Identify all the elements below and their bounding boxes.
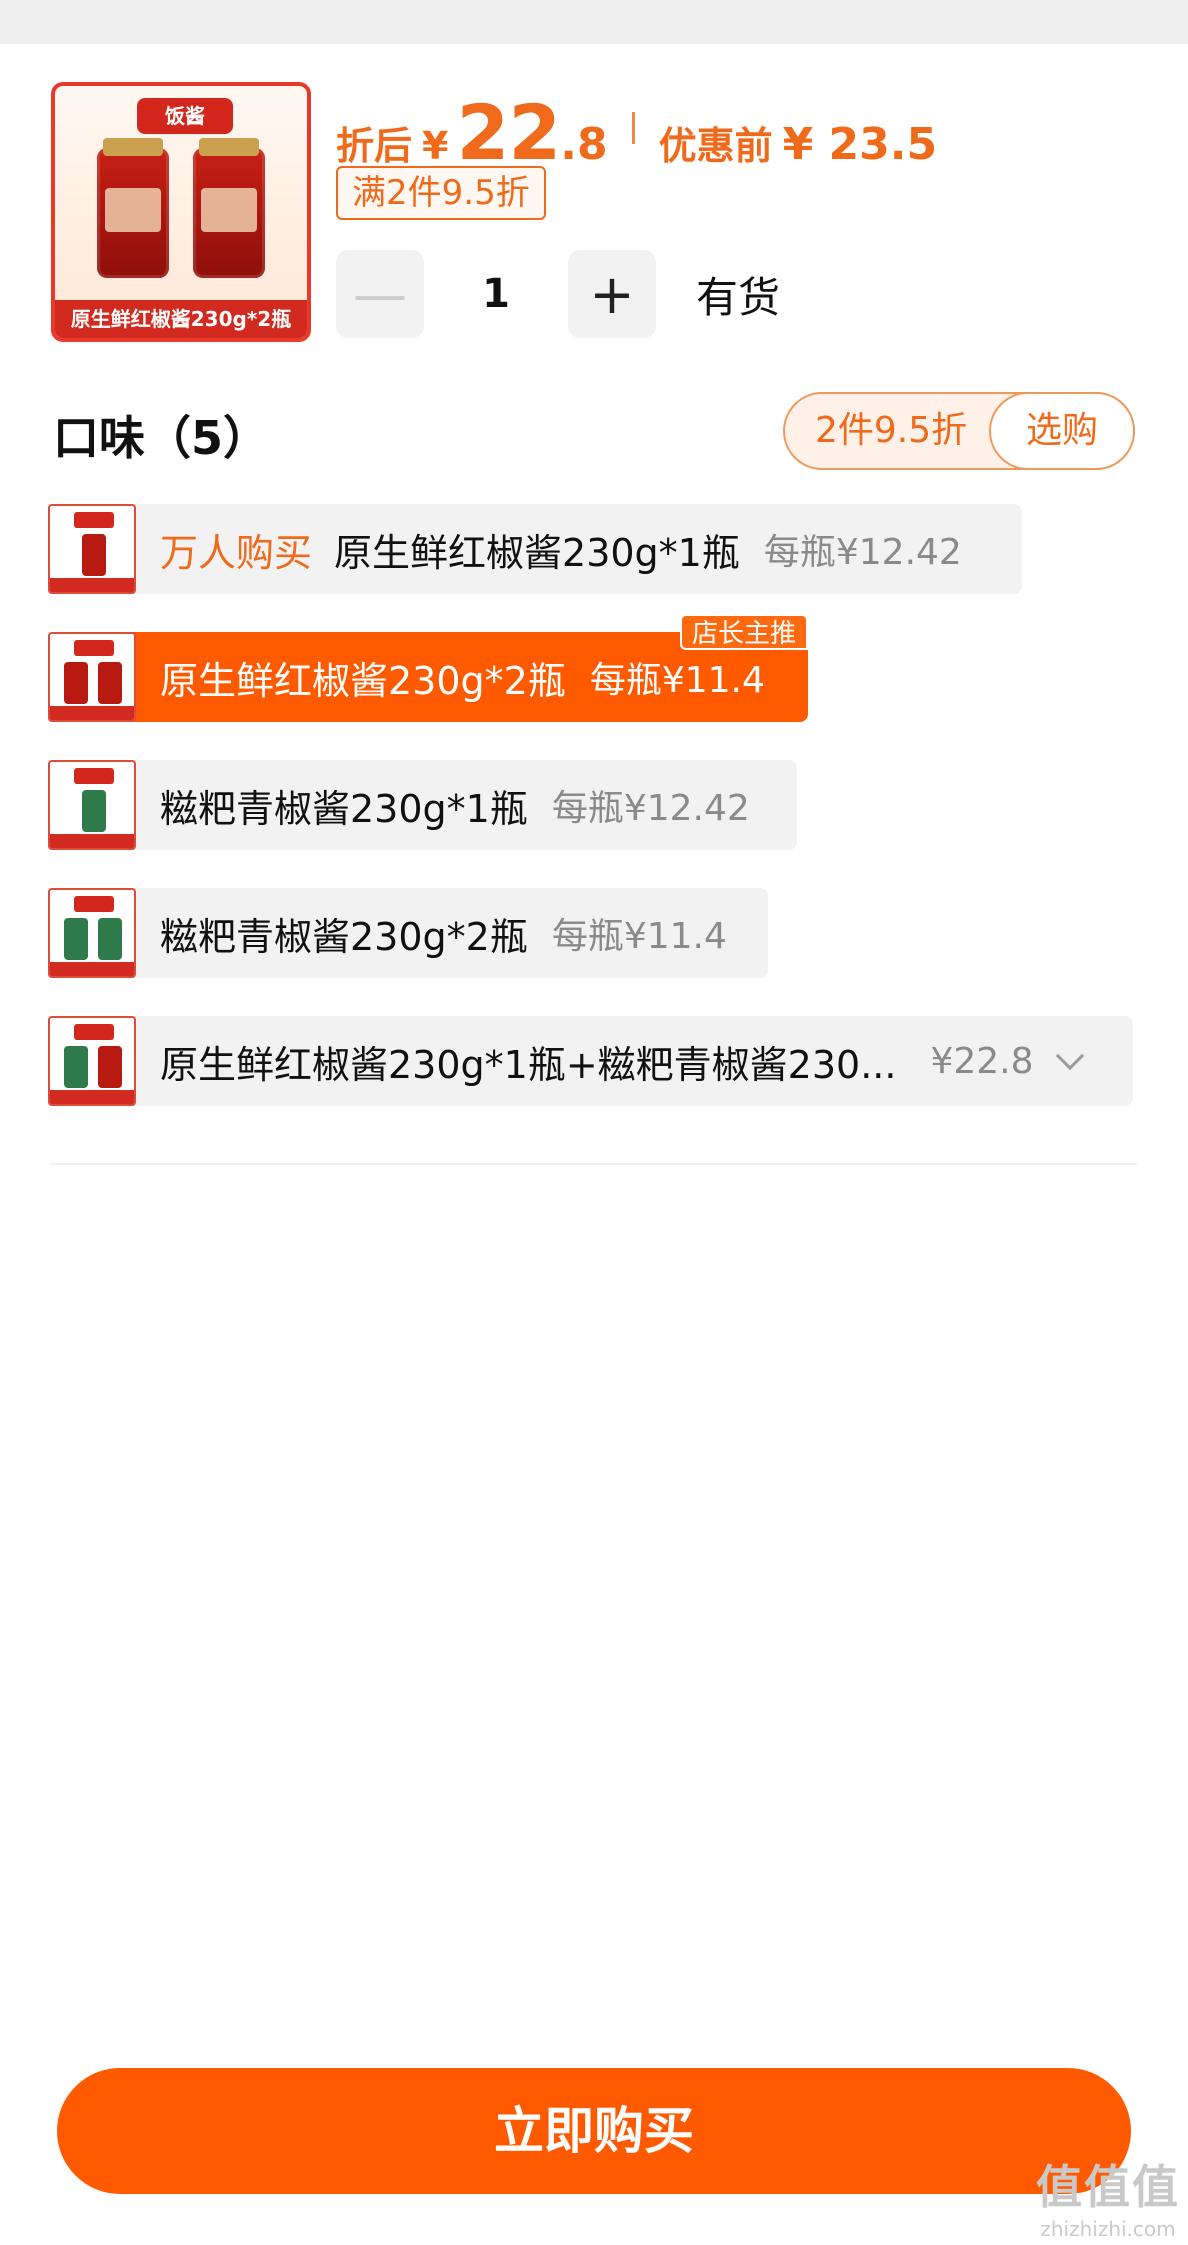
product-caption: 原生鲜红椒酱230g*2瓶 [55, 300, 307, 338]
stock-status: 有货 [696, 272, 781, 322]
option-unit-price: 每瓶¥11.4 [589, 660, 765, 701]
bundle-deal-text: 2件9.5折 [815, 410, 968, 451]
option-red-2[interactable]: 原生鲜红椒酱230g*2瓶 每瓶¥11.4 店长主推 [48, 614, 808, 722]
promo-tag: 满2件9.5折 [336, 166, 546, 220]
chevron-down-icon[interactable] [1055, 1041, 1084, 1071]
brand-logo: 饭酱 [137, 98, 233, 134]
buy-now-button[interactable]: 立即购买 [57, 2068, 1131, 2194]
option-price: ¥22.8 [930, 1040, 1034, 1082]
jar-image-right [193, 138, 265, 278]
bundle-deal[interactable]: 2件9.5折 选购 [783, 392, 1135, 470]
price-row: 折后 ¥ 22 .8 优惠前 ¥ 23.5 [336, 88, 938, 177]
price-integer: 22 [456, 88, 561, 177]
option-label: 原生鲜红椒酱230g*1瓶+糍粑青椒酱230... [160, 1042, 897, 1087]
option-thumbnail [48, 504, 136, 594]
option-label: 原生鲜红椒酱230g*1瓶 [334, 530, 740, 575]
option-thumbnail [48, 888, 136, 978]
flavor-title: 口味（5） [53, 411, 270, 465]
price-divider [631, 112, 635, 144]
option-label: 糍粑青椒酱230g*2瓶 [160, 914, 528, 959]
original-price-label: 优惠前 [658, 124, 773, 168]
jar-image-left [97, 138, 169, 278]
option-unit-price: 每瓶¥11.4 [551, 916, 727, 957]
option-combo[interactable]: 原生鲜红椒酱230g*1瓶+糍粑青椒酱230... ¥22.8 [48, 1016, 1133, 1106]
watermark: 值值值 zhizhizhi.com [1036, 2151, 1180, 2241]
recommended-badge: 店长主推 [679, 614, 808, 650]
option-label: 糍粑青椒酱230g*1瓶 [160, 786, 528, 831]
select-button[interactable]: 选购 [989, 392, 1135, 470]
decrease-button[interactable]: — [336, 250, 424, 338]
option-thumbnail [48, 632, 136, 722]
option-label: 原生鲜红椒酱230g*2瓶 [160, 658, 566, 703]
currency-symbol: ¥ [422, 124, 449, 168]
popular-label: 万人购买 [160, 530, 313, 575]
section-divider [51, 1163, 1137, 1165]
option-green-1[interactable]: 糍粑青椒酱230g*1瓶 每瓶¥12.42 [48, 760, 797, 850]
discount-price-label: 折后 [336, 124, 413, 168]
top-strip [0, 0, 1188, 44]
option-thumbnail [48, 760, 136, 850]
option-unit-price: 每瓶¥12.42 [763, 532, 962, 573]
option-green-2[interactable]: 糍粑青椒酱230g*2瓶 每瓶¥11.4 [48, 888, 768, 978]
option-thumbnail [48, 1016, 136, 1106]
watermark-url: zhizhizhi.com [1040, 2217, 1176, 2241]
original-price: ¥ 23.5 [782, 119, 938, 170]
product-image[interactable]: 饭酱 原生鲜红椒酱230g*2瓶 [51, 82, 311, 342]
price-decimal: .8 [560, 119, 608, 170]
quantity-value[interactable]: 1 [424, 271, 568, 317]
watermark-logo: 值值值 [1036, 2160, 1180, 2214]
quantity-stepper: — 1 + 有货 [336, 250, 780, 338]
option-red-1[interactable]: 万人购买 原生鲜红椒酱230g*1瓶 每瓶¥12.42 [48, 504, 1022, 594]
increase-button[interactable]: + [568, 250, 656, 338]
option-unit-price: 每瓶¥12.42 [551, 788, 750, 829]
product-header: 饭酱 原生鲜红椒酱230g*2瓶 折后 ¥ 22 .8 优惠前 ¥ 23.5 满… [0, 44, 1188, 362]
